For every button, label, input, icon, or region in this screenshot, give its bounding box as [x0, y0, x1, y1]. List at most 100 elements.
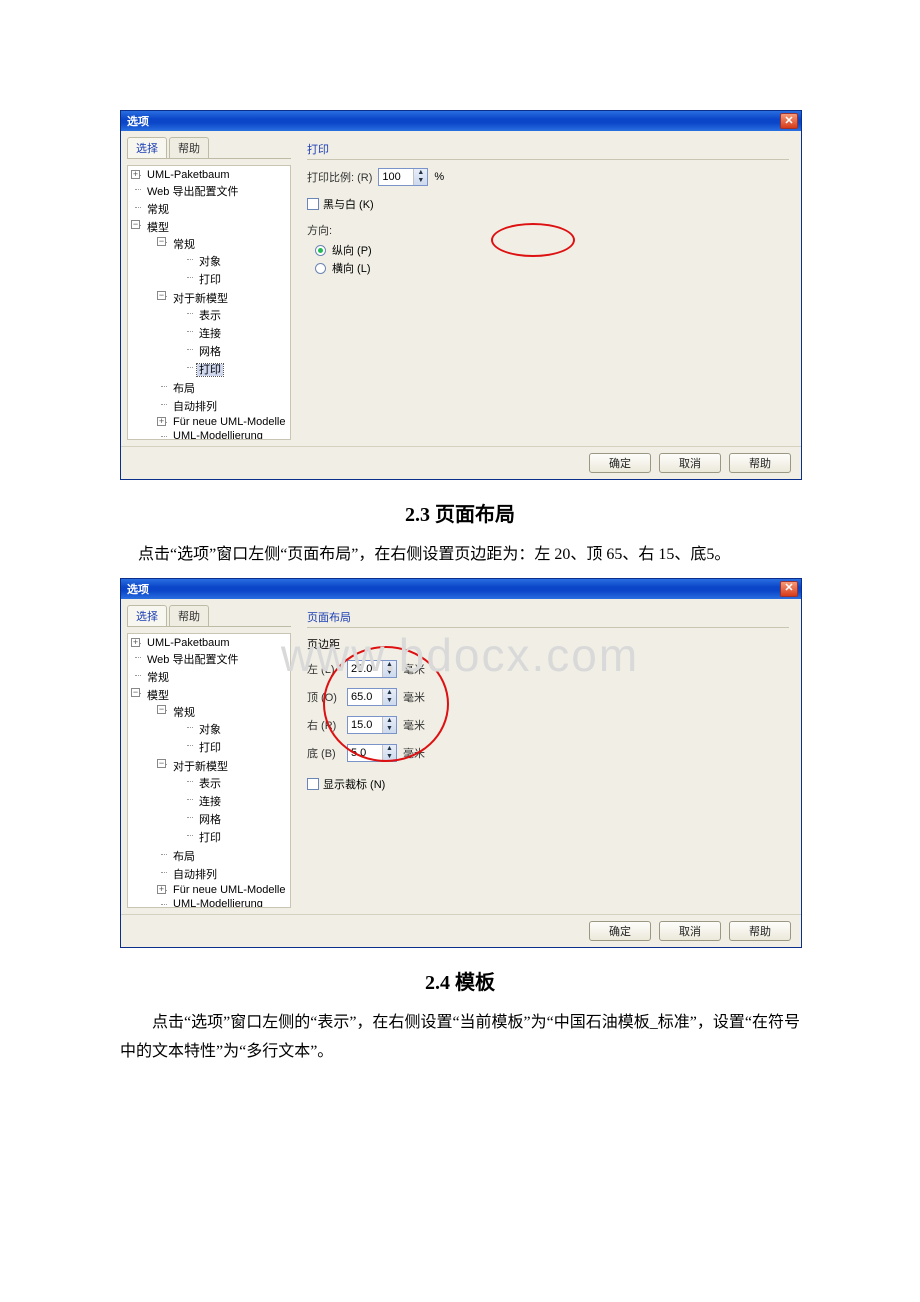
tree-new-model[interactable]: 对于新模型: [171, 293, 230, 305]
tab-help[interactable]: 帮助: [169, 137, 209, 158]
left-pane: 选择 帮助 +UML-Paketbaum Web 导出配置文件 常规 −模型 −…: [121, 131, 297, 446]
tab-selection[interactable]: 选择: [127, 605, 167, 626]
tree-display[interactable]: 表示: [197, 778, 223, 790]
margin-right-spinner[interactable]: ▲▼: [347, 716, 397, 734]
tree-fur-neue[interactable]: Für neue UML-Modelle: [171, 884, 288, 896]
orientation-label: 方向:: [307, 222, 789, 238]
tab-selection[interactable]: 选择: [127, 137, 167, 158]
options-dialog-print: 选项 ✕ 选择 帮助 +UML-Paketbaum Web 导出配置文件 常规 …: [120, 110, 802, 480]
tree-layout[interactable]: 布局: [171, 851, 197, 863]
tree-object[interactable]: 对象: [197, 724, 223, 736]
margin-rows: 左 (L) ▲▼ 毫米 顶 (O) ▲▼ 毫米 右 (R) ▲▼ 毫米 底 (B…: [307, 660, 789, 762]
print-scale-spinner[interactable]: ▲▼: [378, 168, 428, 186]
options-tree[interactable]: +UML-Paketbaum Web 导出配置文件 常规 −模型 −常规 对象 …: [127, 633, 291, 908]
margin-top-spinner[interactable]: ▲▼: [347, 688, 397, 706]
margin-top-input[interactable]: [348, 689, 382, 705]
show-crop-checkbox[interactable]: 显示裁标 (N): [307, 776, 385, 792]
tree-general[interactable]: 常规: [171, 239, 197, 251]
right-pane-print: 打印 打印比例: (R) ▲▼ % 黑与白 (K) 方向: 纵向: [297, 131, 801, 446]
tree-connect[interactable]: 连接: [197, 796, 223, 808]
tree-auto-arrange[interactable]: 自动排列: [171, 869, 219, 881]
tree-general[interactable]: 常规: [171, 707, 197, 719]
tree-grid[interactable]: 网格: [197, 814, 223, 826]
options-dialog-layout: 选项 ✕ 选择 帮助 +UML-Paketbaum Web 导出配置文件 常规 …: [120, 578, 802, 948]
tree-auto-arrange[interactable]: 自动排列: [171, 401, 219, 413]
unit-mm: 毫米: [403, 689, 425, 705]
tree-object[interactable]: 对象: [197, 256, 223, 268]
tree-layout[interactable]: 布局: [171, 383, 197, 395]
left-tabs: 选择 帮助: [127, 605, 291, 627]
tree-print-general[interactable]: 打印: [197, 742, 223, 754]
unit-mm: 毫米: [403, 661, 425, 677]
landscape-label: 横向 (L): [332, 260, 371, 276]
tree-web-export[interactable]: Web 导出配置文件: [145, 186, 240, 198]
right-pane-layout: 页面布局 页边距 左 (L) ▲▼ 毫米 顶 (O) ▲▼ 毫米 右 (R) ▲…: [297, 599, 801, 914]
radio-icon: [315, 263, 326, 274]
tree-print-selected[interactable]: 打印: [197, 364, 223, 376]
radio-landscape[interactable]: 横向 (L): [315, 260, 789, 276]
left-tabs: 选择 帮助: [127, 137, 291, 159]
print-scale-suffix: %: [434, 171, 444, 183]
tree-model[interactable]: 模型: [145, 690, 171, 702]
tree-display[interactable]: 表示: [197, 310, 223, 322]
margin-right-input[interactable]: [348, 717, 382, 733]
show-crop-label: 显示裁标 (N): [323, 776, 385, 792]
tree-uml-modelling[interactable]: UML-Modellierung: [171, 430, 265, 440]
print-scale-label: 打印比例: (R): [307, 169, 372, 185]
margin-bottom-spinner[interactable]: ▲▼: [347, 744, 397, 762]
unit-mm: 毫米: [403, 717, 425, 733]
unit-mm: 毫米: [403, 745, 425, 761]
tree-new-model[interactable]: 对于新模型: [171, 761, 230, 773]
help-button[interactable]: 帮助: [729, 921, 791, 941]
tree-grid[interactable]: 网格: [197, 346, 223, 358]
print-scale-input[interactable]: [379, 169, 413, 185]
cancel-button[interactable]: 取消: [659, 453, 721, 473]
ok-button[interactable]: 确定: [589, 921, 651, 941]
close-icon[interactable]: ✕: [780, 113, 798, 129]
tree-uml-paketbaum[interactable]: UML-Paketbaum: [145, 637, 232, 649]
margin-left-spinner[interactable]: ▲▼: [347, 660, 397, 678]
radio-icon: [315, 245, 326, 256]
section-2-4-para: 点击“选项”窗口左侧的“表示”，在右侧设置“当前模板”为“中国石油模板_标准”，…: [120, 1009, 800, 1067]
left-pane: 选择 帮助 +UML-Paketbaum Web 导出配置文件 常规 −模型 −…: [121, 599, 297, 914]
margin-right-label: 右 (R): [307, 717, 341, 733]
tree-fur-neue[interactable]: Für neue UML-Modelle: [171, 416, 288, 428]
checkbox-icon: [307, 778, 319, 790]
tab-help[interactable]: 帮助: [169, 605, 209, 626]
bw-checkbox[interactable]: 黑与白 (K): [307, 196, 374, 212]
portrait-label: 纵向 (P): [332, 242, 372, 258]
cancel-button[interactable]: 取消: [659, 921, 721, 941]
close-icon[interactable]: ✕: [780, 581, 798, 597]
group-title-layout: 页面布局: [307, 609, 789, 628]
help-button[interactable]: 帮助: [729, 453, 791, 473]
tree-print-general[interactable]: 打印: [197, 274, 223, 286]
section-2-3-title: 2.3 页面布局: [120, 498, 800, 527]
tree-print[interactable]: 打印: [197, 832, 223, 844]
dialog-title: 选项: [127, 113, 149, 129]
tree-web-export[interactable]: Web 导出配置文件: [145, 654, 240, 666]
ok-button[interactable]: 确定: [589, 453, 651, 473]
tree-general-top[interactable]: 常规: [145, 204, 171, 216]
tree-uml-paketbaum[interactable]: UML-Paketbaum: [145, 169, 232, 181]
margins-subtitle: 页边距: [307, 636, 789, 652]
tree-uml-modelling[interactable]: UML-Modellierung: [171, 898, 265, 908]
margin-bottom-input[interactable]: [348, 745, 382, 761]
margin-bottom-label: 底 (B): [307, 745, 341, 761]
margin-left-input[interactable]: [348, 661, 382, 677]
options-tree[interactable]: +UML-Paketbaum Web 导出配置文件 常规 −模型 −常规 对象 …: [127, 165, 291, 440]
dialog-buttons: 确定 取消 帮助: [121, 914, 801, 947]
section-2-3-para: 点击“选项”窗口左侧“页面布局”，在右侧设置页边距为：左 20、顶 65、右 1…: [106, 541, 800, 570]
dialog-title: 选项: [127, 581, 149, 597]
title-bar: 选项 ✕: [121, 111, 801, 131]
orientation-group: 方向: 纵向 (P) 横向 (L): [307, 222, 789, 276]
radio-portrait[interactable]: 纵向 (P): [315, 242, 789, 258]
margin-left-label: 左 (L): [307, 661, 341, 677]
dialog-buttons: 确定 取消 帮助: [121, 446, 801, 479]
tree-model[interactable]: 模型: [145, 222, 171, 234]
tree-connect[interactable]: 连接: [197, 328, 223, 340]
margin-top-label: 顶 (O): [307, 689, 341, 705]
checkbox-icon: [307, 198, 319, 210]
tree-general-top[interactable]: 常规: [145, 672, 171, 684]
spinner-down-icon[interactable]: ▼: [414, 177, 427, 185]
spinner-up-icon[interactable]: ▲: [414, 169, 427, 177]
